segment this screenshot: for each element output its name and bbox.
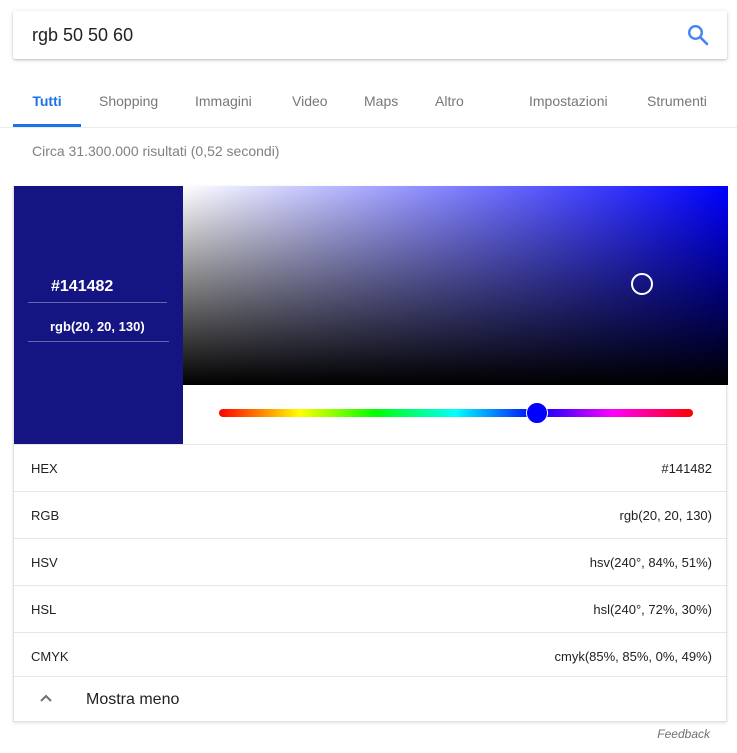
value-key: RGB — [31, 508, 60, 523]
value-row-hsl: HSL hsl(240°, 72%, 30%) — [14, 585, 728, 632]
rgb-underline — [28, 341, 169, 342]
color-swatch: #141482 rgb(20, 20, 130) — [14, 186, 183, 444]
tab-maps[interactable]: Maps — [364, 76, 398, 124]
feedback-link[interactable]: Feedback — [657, 727, 710, 741]
value-row-hex: HEX #141482 — [14, 444, 728, 491]
value-text: rgb(20, 20, 130) — [619, 508, 712, 523]
tab-altro[interactable]: Altro — [435, 76, 464, 124]
value-row-cmyk: CMYK cmyk(85%, 85%, 0%, 49%) — [14, 632, 728, 679]
results-count: Circa 31.300.000 risultati (0,52 secondi… — [32, 143, 280, 159]
tab-bar: Tutti Shopping Immagini Video Maps Altro… — [0, 76, 737, 128]
hue-slider[interactable] — [219, 409, 693, 417]
tab-shopping[interactable]: Shopping — [99, 76, 158, 124]
value-key: HSL — [31, 602, 57, 617]
tab-video[interactable]: Video — [292, 76, 328, 124]
tab-strumenti[interactable]: Strumenti — [647, 76, 707, 124]
value-key: CMYK — [31, 649, 69, 664]
swatch-rgb-label[interactable]: rgb(20, 20, 130) — [50, 319, 145, 334]
value-key: HSV — [31, 555, 58, 570]
tab-immagini[interactable]: Immagini — [195, 76, 252, 124]
swatch-hex-label[interactable]: #141482 — [51, 278, 113, 296]
show-less-label: Mostra meno — [86, 691, 180, 708]
value-text: cmyk(85%, 85%, 0%, 49%) — [554, 649, 712, 664]
hue-slider-handle[interactable] — [526, 402, 548, 424]
search-icon — [687, 24, 709, 46]
search-button[interactable] — [685, 22, 711, 48]
tab-tutti[interactable]: Tutti — [13, 76, 81, 127]
color-picker-card: #141482 rgb(20, 20, 130) HEX #141482 RGB… — [13, 186, 728, 723]
hex-underline — [28, 302, 167, 303]
value-text: hsv(240°, 84%, 51%) — [589, 555, 712, 570]
color-values-table: HEX #141482 RGB rgb(20, 20, 130) HSV hsv… — [14, 444, 728, 679]
search-box — [13, 11, 727, 59]
value-text: hsl(240°, 72%, 30%) — [593, 602, 712, 617]
value-row-rgb: RGB rgb(20, 20, 130) — [14, 491, 728, 538]
tab-impostazioni[interactable]: Impostazioni — [529, 76, 608, 124]
show-less-toggle[interactable]: Mostra meno — [14, 676, 728, 723]
value-row-hsv: HSV hsv(240°, 84%, 51%) — [14, 538, 728, 585]
value-key: HEX — [31, 461, 58, 476]
saturation-value-handle[interactable] — [631, 273, 653, 295]
chevron-up-icon — [40, 694, 52, 702]
search-input[interactable] — [13, 11, 663, 59]
value-text: #141482 — [661, 461, 712, 476]
